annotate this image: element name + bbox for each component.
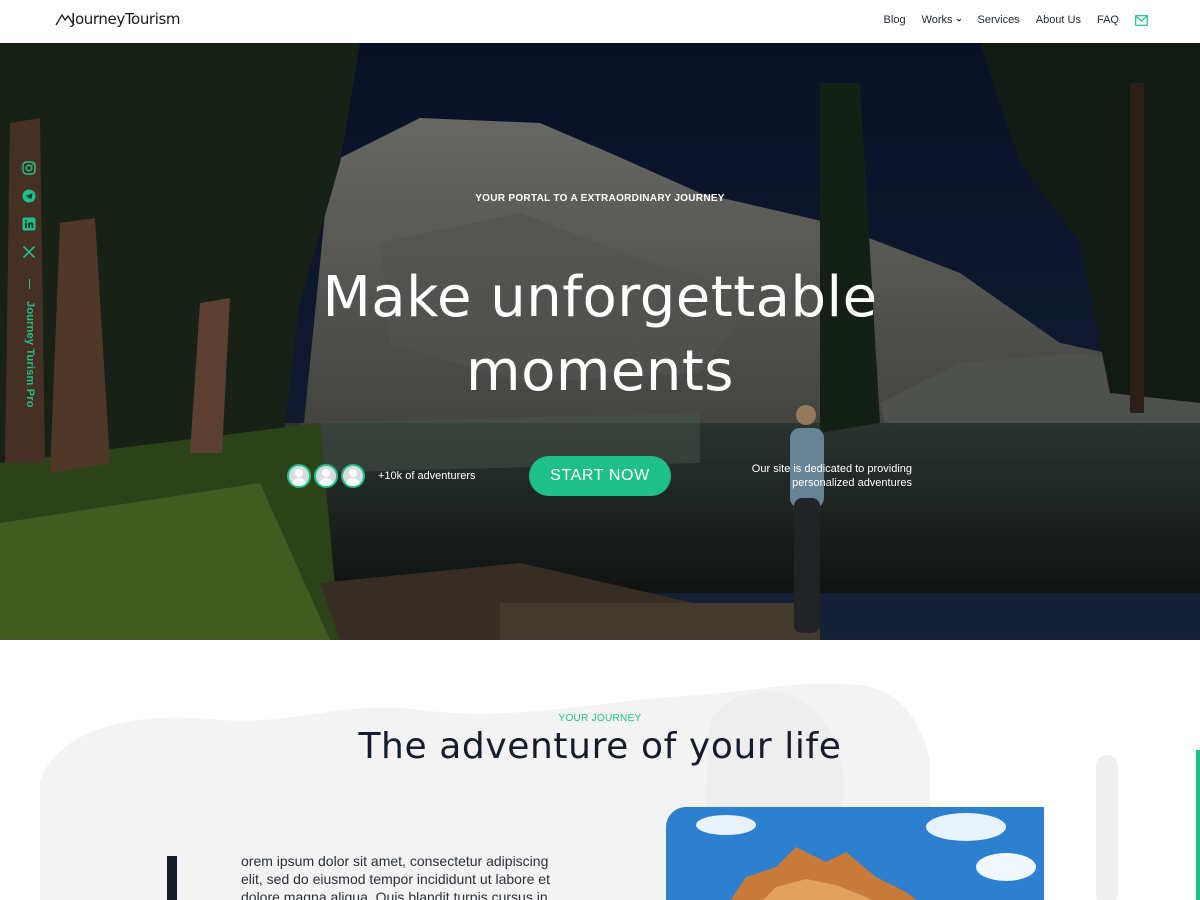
- section-photo: [666, 807, 1044, 900]
- chevron-down-icon: [956, 18, 961, 22]
- section-eyebrow: YOUR JOURNEY: [558, 713, 642, 724]
- hero-eyebrow: YOUR PORTAL TO A EXTRAORDINARY JOURNEY: [475, 193, 725, 204]
- nav-services[interactable]: Services: [978, 14, 1020, 26]
- body-line-1: orem ipsum dolor sit amet, consectetur a…: [241, 853, 549, 869]
- nav-works-label: Works: [921, 14, 953, 26]
- scroll-indicator[interactable]: [1196, 750, 1200, 900]
- body-line-3: dolore magna aliqua. Quis blandit turpis…: [241, 889, 548, 900]
- avatar: [287, 464, 311, 488]
- side-divider: [29, 279, 30, 289]
- instagram-icon[interactable]: [22, 161, 36, 175]
- adventurers-group: +10k of adventurers: [287, 464, 476, 488]
- body-line-2: elit, sed do eiusmod tempor incididunt u…: [241, 871, 550, 887]
- nav-about-us[interactable]: About Us: [1036, 14, 1081, 26]
- dropcap-letter: [167, 856, 177, 900]
- start-now-button[interactable]: START NOW: [529, 456, 671, 496]
- section-title: The adventure of your life: [358, 726, 842, 767]
- hero-note: Our site is dedicated to providing perso…: [712, 462, 912, 490]
- hero-title-line-1: Make unforgettable: [322, 265, 878, 330]
- telegram-icon[interactable]: [22, 189, 36, 203]
- nav-works[interactable]: Works: [922, 14, 962, 26]
- nav-blog[interactable]: Blog: [884, 14, 906, 26]
- hero-title: Make unforgettable moments: [0, 261, 1200, 409]
- nav-contact[interactable]: [1135, 14, 1148, 26]
- hero-note-line-1: Our site is dedicated to providing: [751, 463, 912, 475]
- logo-text: JourneyTourism: [71, 10, 181, 28]
- hero-note-line-2: personalized adventures: [792, 477, 912, 489]
- main-nav: Blog Works Services About Us FAQ: [884, 14, 1148, 26]
- avatar: [341, 464, 365, 488]
- linkedin-icon[interactable]: [22, 217, 36, 231]
- social-links: [22, 161, 36, 259]
- top-navigation-bar: JourneyTourism Blog Works Services About…: [0, 0, 1200, 43]
- nav-faq[interactable]: FAQ: [1097, 14, 1119, 26]
- adventurers-count: +10k of adventurers: [378, 470, 476, 482]
- side-brand-label: Journey Turism Pro: [24, 301, 36, 408]
- journey-section: YOUR JOURNEY The adventure of your life …: [0, 640, 1200, 900]
- avatar: [314, 464, 338, 488]
- section-body-text: orem ipsum dolor sit amet, consectetur a…: [241, 852, 616, 900]
- x-icon[interactable]: [22, 245, 36, 259]
- mail-icon: [1135, 14, 1148, 26]
- logo[interactable]: JourneyTourism: [55, 10, 180, 28]
- hero-title-line-2: moments: [466, 339, 734, 404]
- hero-section: Journey Turism Pro YOUR PORTAL TO A EXTR…: [0, 43, 1200, 640]
